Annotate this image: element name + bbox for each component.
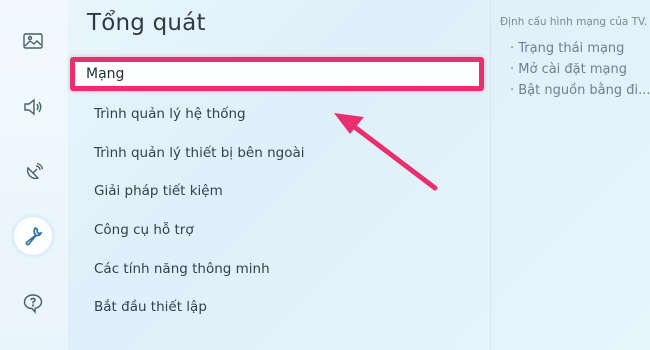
settings-sidebar xyxy=(0,0,68,350)
menu-item-label: Mạng xyxy=(86,66,125,82)
page-title: Tổng quát xyxy=(87,10,206,36)
menu-item-external-device-manager[interactable]: Trình quản lý thiết bị bên ngoài xyxy=(94,145,304,161)
menu-item-start-setup[interactable]: Bắt đầu thiết lập xyxy=(94,299,207,315)
support-icon[interactable] xyxy=(14,284,52,322)
menu-item-eco-solution[interactable]: Giải pháp tiết kiệm xyxy=(94,183,223,199)
panel-divider xyxy=(490,0,491,350)
info-description: Định cấu hình mạng của TV. xyxy=(500,16,648,28)
menu-item-support-tools[interactable]: Công cụ hỗ trợ xyxy=(94,222,194,238)
menu-item-network[interactable]: Mạng xyxy=(70,57,484,91)
info-item-open-network-settings: · Mở cài đặt mạng xyxy=(510,62,627,77)
broadcast-icon[interactable] xyxy=(14,154,52,192)
wrench-icon[interactable] xyxy=(14,217,52,255)
annotation-arrow xyxy=(334,113,438,191)
menu-item-smart-features[interactable]: Các tính năng thông minh xyxy=(94,261,270,277)
picture-icon[interactable] xyxy=(14,22,52,60)
info-item-power-on: · Bật nguồn bằng đi... xyxy=(510,83,650,98)
menu-item-system-manager[interactable]: Trình quản lý hệ thống xyxy=(94,106,246,122)
sound-icon[interactable] xyxy=(14,88,52,126)
info-item-network-status: · Trạng thái mạng xyxy=(510,41,625,56)
